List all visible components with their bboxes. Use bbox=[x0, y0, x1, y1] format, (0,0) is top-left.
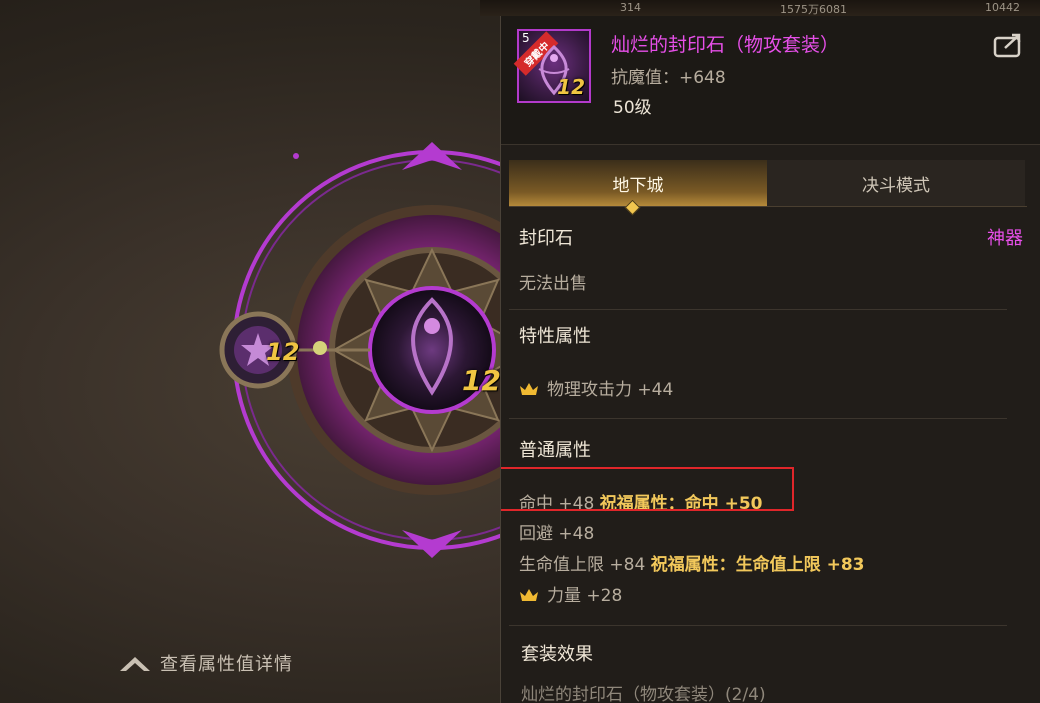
currency-value-3: 10442 bbox=[985, 1, 1020, 14]
side-slot-level: 12 bbox=[266, 338, 300, 366]
normal-stat-row: 回避 +48 bbox=[519, 519, 594, 544]
currency-value-2: 1575万6081 bbox=[780, 3, 847, 16]
bless-label: 祝福属性： bbox=[650, 555, 736, 575]
normal-stat-row: 力量 +28 bbox=[519, 581, 622, 606]
currency-bar: 314 1575万6081 10442 bbox=[480, 0, 1040, 16]
normal-stat-row: 生命值上限 +84 祝福属性：生命值上限 +83 bbox=[519, 550, 865, 575]
bottom-ornament bbox=[402, 530, 462, 558]
mode-tabs: 地下城 决斗模式 bbox=[509, 160, 1027, 207]
stat-text: 生命值上限 +84 bbox=[519, 555, 646, 575]
normal-attributes-title: 普通属性 bbox=[519, 440, 591, 461]
center-stone-level: 12 bbox=[462, 364, 501, 397]
chevron-up-icon bbox=[120, 657, 150, 671]
item-icon-level: 12 bbox=[557, 75, 585, 99]
crown-icon bbox=[520, 589, 538, 601]
item-icon[interactable]: 5 穿戴中 12 bbox=[513, 29, 591, 103]
currency-value-1: 314 bbox=[620, 1, 641, 14]
item-tooltip-panel: 5 穿戴中 12 灿烂的封印石（物攻套装） 抗魔值：+648 50级 地下城 决… bbox=[500, 16, 1040, 703]
share-icon[interactable] bbox=[993, 32, 1025, 58]
item-rarity: 神器 bbox=[987, 228, 1023, 249]
special-stat-text: 物理攻击力 +44 bbox=[547, 380, 674, 400]
highlight-box bbox=[501, 467, 794, 511]
bless-value: 生命值上限 +83 bbox=[735, 555, 865, 575]
stat-text: 力量 +28 bbox=[547, 586, 623, 606]
trade-status: 无法出售 bbox=[519, 274, 587, 294]
set-effect-subtitle: 灿烂的封印石（物攻套装）(2/4) bbox=[521, 685, 766, 703]
stat-text: 回避 +48 bbox=[519, 524, 595, 544]
top-ornament bbox=[402, 142, 462, 170]
crown-icon bbox=[520, 383, 538, 395]
divider bbox=[509, 418, 1007, 419]
tab-dungeon[interactable]: 地下城 bbox=[509, 160, 767, 206]
view-attribute-details-link[interactable]: 查看属性值详情 bbox=[118, 650, 293, 676]
special-stat-row: 物理攻击力 +44 bbox=[519, 375, 673, 400]
item-category: 封印石 bbox=[519, 228, 573, 249]
detail-link-label: 查看属性值详情 bbox=[160, 654, 293, 675]
set-effect-title: 套装效果 bbox=[521, 644, 593, 665]
divider bbox=[509, 309, 1007, 310]
item-resist-value: 抗魔值：+648 bbox=[611, 68, 726, 88]
item-name: 灿烂的封印石（物攻套装） bbox=[611, 34, 840, 56]
special-attributes-title: 特性属性 bbox=[519, 326, 591, 347]
seal-stone-ring bbox=[219, 142, 520, 558]
item-level: 50级 bbox=[613, 98, 652, 118]
tab-pvp[interactable]: 决斗模式 bbox=[767, 160, 1025, 206]
tab-pvp-label: 决斗模式 bbox=[862, 175, 930, 196]
item-header: 5 穿戴中 12 灿烂的封印石（物攻套装） 抗魔值：+648 50级 bbox=[501, 16, 1040, 145]
divider bbox=[509, 625, 1007, 626]
tab-dungeon-label: 地下城 bbox=[612, 175, 664, 196]
